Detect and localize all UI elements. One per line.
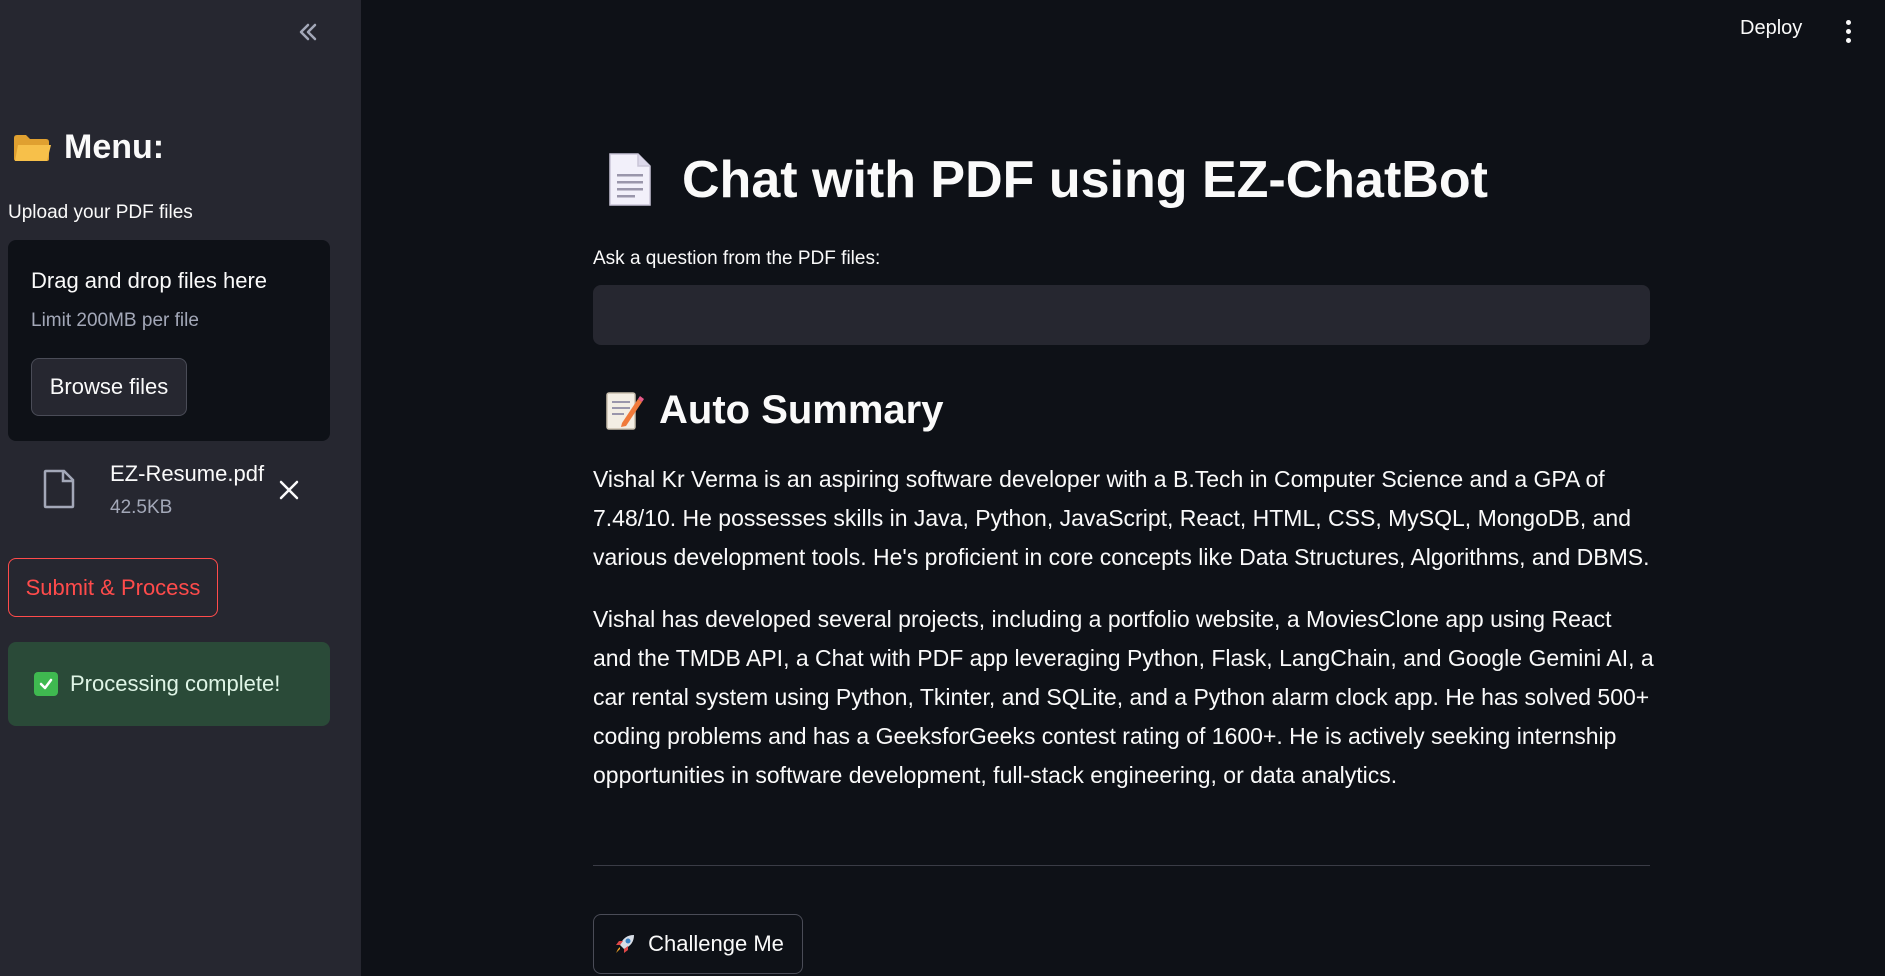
summary-paragraph-1: Vishal Kr Verma is an aspiring software … (593, 466, 1650, 570)
dropzone-title: Drag and drop files here (31, 268, 268, 293)
success-message: Processing complete! (70, 671, 281, 696)
upload-label: Upload your PDF files (8, 202, 193, 223)
remove-file-button[interactable] (274, 475, 304, 505)
file-dropzone[interactable]: Drag and drop files here Limit 200MB per… (8, 240, 330, 441)
file-size: 42.5KB (110, 497, 173, 518)
question-label: Ask a question from the PDF files: (593, 248, 881, 269)
browse-files-button[interactable]: Browse files (31, 358, 187, 416)
page-title-text: Chat with PDF using EZ-ChatBot (682, 151, 1488, 209)
close-icon (279, 480, 299, 500)
summary-heading: Auto Summary (604, 388, 944, 433)
folder-icon (14, 134, 51, 161)
divider (593, 865, 1650, 866)
kebab-menu-icon[interactable] (1836, 14, 1860, 48)
submit-process-button[interactable]: Submit & Process (8, 558, 218, 617)
collapse-sidebar-button[interactable] (290, 14, 326, 50)
sidebar-title: Menu: (12, 128, 164, 167)
summary-heading-text: Auto Summary (659, 388, 944, 432)
double-chevron-left-icon (299, 23, 317, 41)
file-icon (43, 469, 75, 509)
sidebar-title-text: Menu: (64, 128, 165, 166)
challenge-me-button[interactable]: Challenge Me (593, 914, 803, 974)
deploy-button[interactable]: Deploy (1740, 17, 1802, 40)
summary-paragraph-2: Vishal has developed several projects, i… (593, 606, 1654, 788)
file-name: EZ-Resume.pdf (110, 461, 265, 486)
question-input[interactable] (593, 285, 1650, 345)
page-title: Chat with PDF using EZ-ChatBot (606, 150, 1488, 210)
check-icon (34, 672, 58, 696)
sidebar: Menu: Upload your PDF files Drag and dro… (0, 0, 361, 976)
dropzone-limit: Limit 200MB per file (31, 310, 199, 331)
app: Menu: Upload your PDF files Drag and dro… (0, 0, 1885, 976)
success-alert: Processing complete! (8, 642, 330, 726)
rocket-icon (616, 935, 635, 953)
memo-icon (606, 391, 644, 430)
uploaded-file-item: EZ-Resume.pdf 42.5KB (30, 455, 330, 525)
document-icon (609, 153, 651, 206)
challenge-me-label: Challenge Me (648, 931, 784, 956)
